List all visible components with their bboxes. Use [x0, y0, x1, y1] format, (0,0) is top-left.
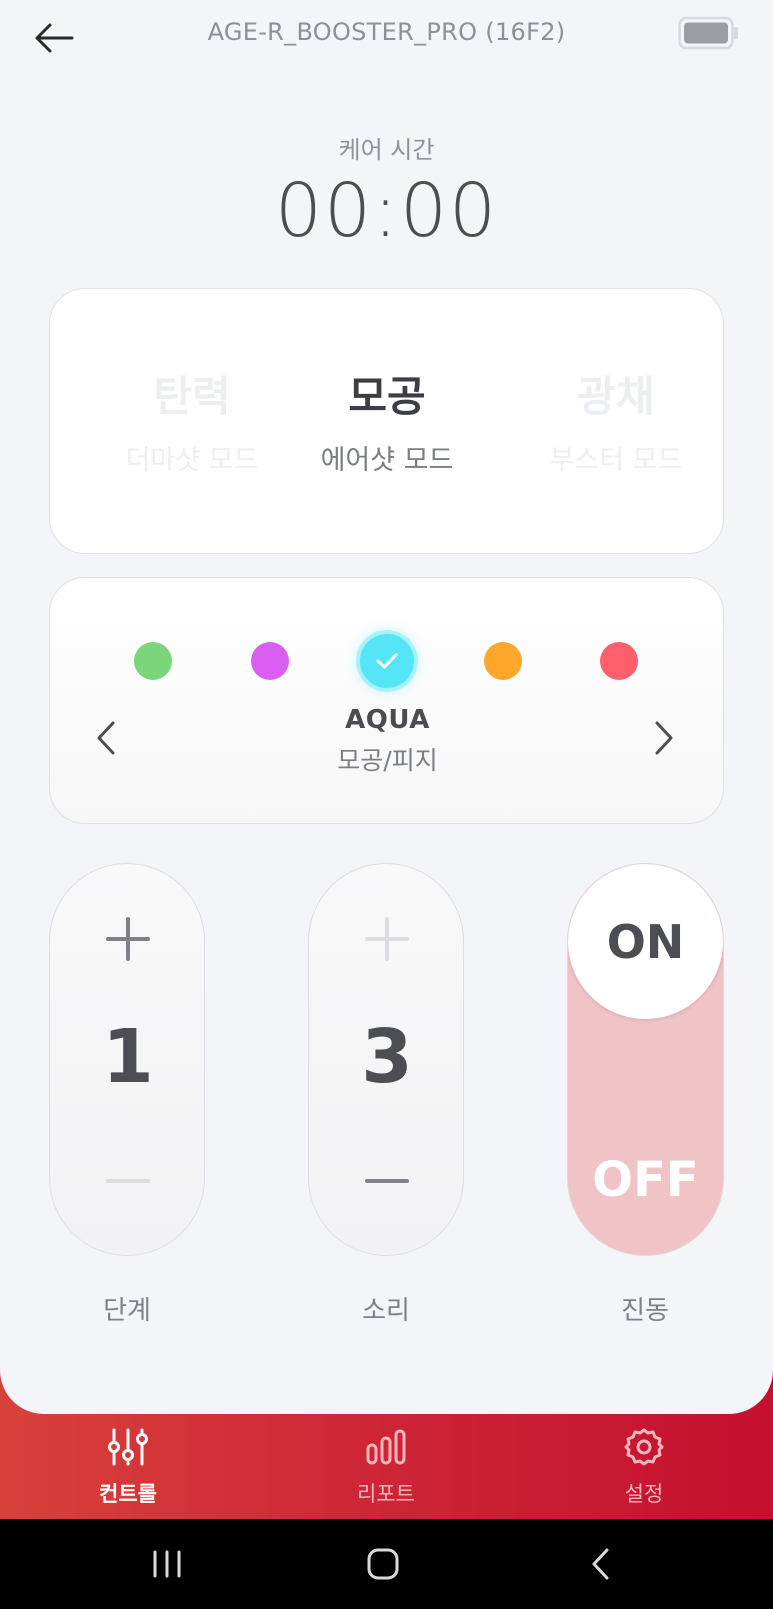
vibration-label: 진동	[621, 1296, 669, 1326]
system-back-button[interactable]	[560, 1537, 640, 1591]
back-button[interactable]	[26, 10, 82, 66]
back-arrow-icon	[35, 23, 74, 53]
mode-radiance[interactable]: 광채 부스터 모드	[496, 363, 736, 477]
nav-label: 리포트	[357, 1482, 415, 1506]
minus-icon	[106, 1179, 150, 1183]
care-time-label: 케어 시간	[338, 136, 435, 164]
mode-sub: 에어샷 모드	[320, 445, 454, 476]
nav-control[interactable]: 컨트롤	[38, 1424, 218, 1508]
mode-sub: 부스터 모드	[549, 445, 683, 476]
color-dot-purple[interactable]	[251, 642, 289, 680]
toggle-on-label: ON	[606, 914, 685, 969]
nav-label: 컨트롤	[99, 1482, 157, 1506]
check-icon	[376, 653, 398, 669]
care-time-value: 00:00	[274, 168, 499, 254]
plus-icon	[106, 917, 150, 961]
mode-pores[interactable]: 모공 에어샷 모드	[267, 363, 507, 477]
control-panel: AGE-R_BOOSTER_PRO (16F2) 케어 시간 00:00 탄력 …	[0, 0, 773, 1414]
system-nav-bar	[0, 1519, 773, 1609]
bar-chart-icon	[296, 1424, 476, 1470]
minus-icon	[365, 1179, 409, 1183]
sound-label: 소리	[362, 1296, 410, 1326]
selected-color-name: AQUA	[345, 705, 430, 735]
system-back-icon	[592, 1548, 609, 1580]
mode-name: 모공	[348, 372, 426, 421]
gear-icon	[554, 1424, 734, 1470]
sound-decrease-button[interactable]	[309, 1146, 465, 1216]
home-icon	[367, 1548, 399, 1580]
app-screen: AGE-R_BOOSTER_PRO (16F2) 케어 시간 00:00 탄력 …	[0, 0, 773, 1609]
level-value: 1	[102, 1014, 154, 1100]
mode-selector: 탄력 더마샷 모드 모공 에어샷 모드 광채 부스터 모드	[49, 288, 724, 554]
sliders-icon	[38, 1424, 218, 1470]
mode-name: 광채	[577, 372, 655, 421]
recent-apps-button[interactable]	[127, 1537, 207, 1591]
chevron-right-icon	[655, 721, 673, 755]
color-dot-aqua[interactable]	[360, 634, 414, 688]
level-stepper: 1	[49, 863, 205, 1256]
level-decrease-button[interactable]	[50, 1146, 206, 1216]
battery-icon	[678, 16, 740, 54]
level-label: 단계	[103, 1296, 151, 1326]
level-increase-button[interactable]	[50, 904, 206, 974]
toggle-knob: ON	[568, 864, 723, 1019]
sound-stepper: 3	[308, 863, 464, 1256]
device-title: AGE-R_BOOSTER_PRO (16F2)	[207, 18, 566, 46]
color-dot-red[interactable]	[600, 642, 638, 680]
sound-increase-button[interactable]	[309, 904, 465, 974]
recent-apps-icon	[153, 1550, 181, 1578]
color-dot-orange[interactable]	[484, 642, 522, 680]
next-color-button[interactable]	[644, 716, 684, 760]
vibration-toggle[interactable]: ON OFF	[567, 863, 724, 1256]
home-button[interactable]	[343, 1537, 423, 1591]
sound-value: 3	[361, 1014, 413, 1100]
selected-color-sub: 모공/피지	[337, 746, 438, 775]
color-dot-green[interactable]	[134, 642, 172, 680]
nav-label: 설정	[624, 1482, 664, 1506]
nav-report[interactable]: 리포트	[296, 1424, 476, 1508]
plus-icon	[365, 917, 409, 961]
nav-settings[interactable]: 설정	[554, 1424, 734, 1508]
toggle-off-label: OFF	[592, 1152, 699, 1208]
color-selector: AQUA 모공/피지	[49, 577, 724, 824]
